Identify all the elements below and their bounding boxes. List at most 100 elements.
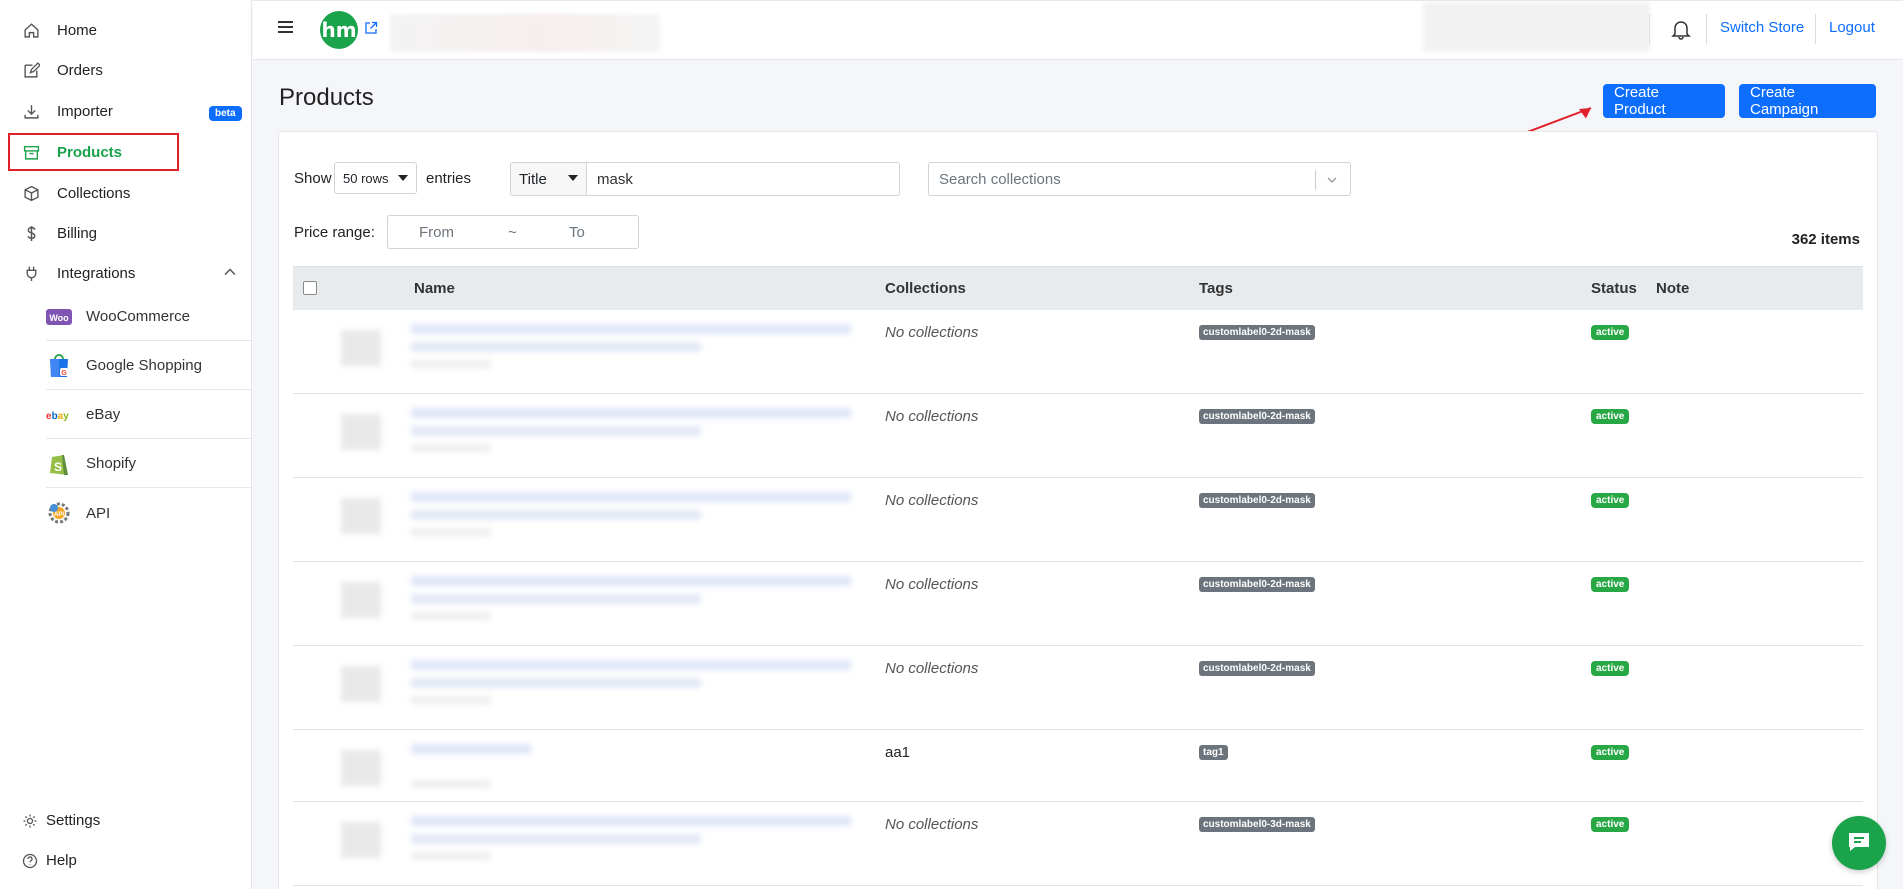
hamburger-menu-icon[interactable] — [278, 18, 296, 34]
svg-text:S: S — [54, 460, 62, 474]
search-input-value: mask — [597, 170, 633, 188]
cube-icon — [22, 184, 40, 202]
integration-google-shopping[interactable]: G Google Shopping — [46, 342, 252, 390]
sidebar-item-help[interactable]: Help — [22, 852, 77, 869]
sidebar-item-home[interactable]: Home — [0, 10, 252, 50]
sidebar-item-label: Collections — [57, 184, 131, 202]
sidebar-item-integrations[interactable]: Integrations — [0, 253, 252, 293]
switch-store-link[interactable]: Switch Store — [1720, 19, 1804, 36]
woocommerce-logo: Woo — [46, 304, 72, 330]
status-badge: active — [1591, 661, 1630, 676]
help-icon — [22, 853, 38, 869]
select-divider — [1315, 170, 1316, 190]
sidebar-item-collections[interactable]: Collections — [0, 173, 252, 213]
google-shopping-logo: G — [46, 353, 72, 379]
create-campaign-button[interactable]: Create Campaign — [1739, 84, 1876, 118]
tag-badge: tag1 — [1199, 745, 1228, 760]
row-collections: aa1 — [885, 744, 911, 761]
integration-api[interactable]: API API — [46, 489, 252, 537]
integration-label: Shopify — [86, 455, 137, 472]
sidebar-item-label: Integrations — [57, 264, 136, 282]
sidebar-item-orders[interactable]: Orders — [0, 50, 252, 90]
chat-widget-button[interactable] — [1832, 816, 1886, 870]
integration-ebay[interactable]: ebay eBay — [46, 391, 252, 439]
shopify-logo: S — [46, 451, 72, 477]
tag-badge: customlabel0-2d-mask — [1199, 409, 1315, 424]
row-collections: No collections — [885, 816, 979, 833]
collections-search-select[interactable]: Search collections — [928, 162, 1351, 196]
product-redacted — [301, 650, 891, 722]
sidebar-item-settings[interactable]: Settings — [22, 812, 100, 829]
sidebar-item-label: Settings — [46, 812, 101, 829]
sidebar-item-label: Importer — [57, 102, 113, 120]
row-collections: No collections — [885, 408, 979, 425]
select-all-checkbox[interactable] — [303, 281, 317, 295]
table-row[interactable]: No collections customlabel0-2d-mask acti… — [293, 562, 1863, 646]
entries-label: entries — [426, 170, 472, 187]
dollar-icon — [22, 224, 40, 242]
svg-text:G: G — [61, 370, 67, 377]
status-badge: active — [1591, 577, 1630, 592]
table-row[interactable]: No collections customlabel0-2d-mask acti… — [293, 310, 1863, 394]
price-range-label: Price range: — [294, 224, 375, 241]
edit-icon — [22, 61, 40, 79]
external-link-icon[interactable] — [364, 21, 378, 35]
price-range-input[interactable]: From ~ To — [387, 215, 639, 249]
rows-per-page-value: 50 rows — [343, 170, 389, 186]
chevron-up-icon[interactable] — [223, 265, 237, 279]
rows-per-page-select[interactable]: 50 rows — [334, 162, 417, 194]
price-separator: ~ — [508, 224, 517, 241]
table-header: Name Collections Tags Status Note — [293, 266, 1863, 310]
column-header-note[interactable]: Note — [1656, 280, 1689, 297]
store-name-redacted — [390, 14, 660, 52]
sidebar-item-products[interactable]: Products — [0, 132, 252, 172]
brand-logo[interactable]: hm — [320, 11, 358, 49]
tag-badge: customlabel0-3d-mask — [1199, 817, 1315, 832]
plug-icon — [22, 264, 40, 282]
column-header-tags[interactable]: Tags — [1199, 280, 1233, 297]
column-header-status[interactable]: Status — [1591, 280, 1637, 297]
bell-icon[interactable] — [1671, 18, 1691, 40]
table-row[interactable]: No collections customlabel0-2d-mask acti… — [293, 478, 1863, 562]
price-to-input[interactable]: To — [569, 224, 585, 241]
column-header-name[interactable]: Name — [414, 280, 455, 297]
page-title: Products — [279, 84, 374, 111]
user-info-redacted — [1423, 2, 1650, 52]
chevron-down-icon — [568, 175, 578, 181]
integration-label: API — [86, 504, 111, 522]
product-redacted — [301, 734, 891, 806]
sidebar: Home Orders Importer beta Products Colle… — [0, 0, 252, 889]
table-row[interactable]: No collections customlabel0-3d-mask acti… — [293, 802, 1863, 886]
show-label: Show — [294, 170, 332, 187]
svg-text:API: API — [54, 512, 64, 518]
sidebar-item-billing[interactable]: Billing — [0, 213, 252, 253]
product-redacted — [301, 566, 891, 638]
status-badge: active — [1591, 817, 1630, 832]
tag-badge: customlabel0-2d-mask — [1199, 325, 1315, 340]
integration-label: Google Shopping — [86, 357, 202, 374]
integration-woocommerce[interactable]: Woo WooCommerce — [46, 293, 252, 341]
table-row[interactable]: No collections customlabel0-2d-mask acti… — [293, 646, 1863, 730]
table-row[interactable]: aa1 tag1 active — [293, 730, 1863, 802]
logout-link[interactable]: Logout — [1829, 19, 1875, 36]
sidebar-item-label: Billing — [57, 224, 98, 242]
integration-shopify[interactable]: S Shopify — [46, 440, 252, 488]
row-collections: No collections — [885, 492, 979, 509]
search-field-value: Title — [519, 170, 547, 188]
product-redacted — [301, 314, 891, 386]
sidebar-item-label: Products — [57, 143, 123, 161]
table-row[interactable]: No collections customlabel0-2d-mask acti… — [293, 394, 1863, 478]
home-icon — [22, 21, 40, 39]
product-redacted — [301, 398, 891, 470]
column-header-collections[interactable]: Collections — [885, 280, 966, 297]
chevron-down-icon — [1326, 173, 1338, 185]
row-collections: No collections — [885, 660, 979, 677]
product-redacted — [301, 482, 891, 554]
create-product-button[interactable]: Create Product — [1603, 84, 1725, 118]
integration-label: eBay — [86, 406, 121, 423]
search-input[interactable]: mask — [586, 162, 900, 196]
price-from-input[interactable]: From — [419, 224, 454, 241]
status-badge: active — [1591, 745, 1630, 760]
search-field-select[interactable]: Title — [510, 162, 587, 196]
status-badge: active — [1591, 409, 1630, 424]
